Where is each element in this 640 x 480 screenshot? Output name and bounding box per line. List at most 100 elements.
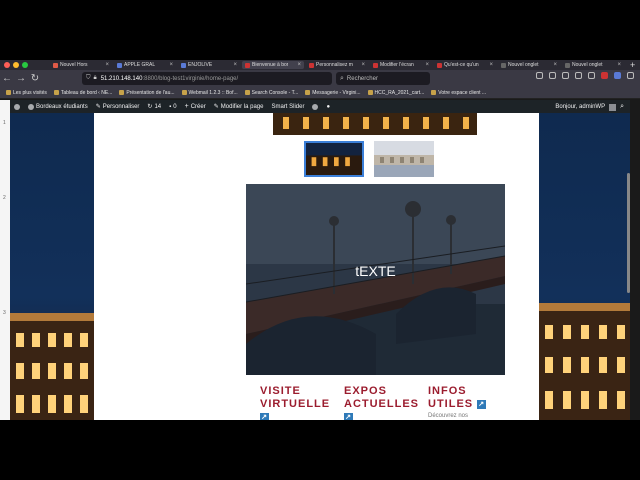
line-gutter: 1 2 3 xyxy=(0,100,10,420)
bookmark-icon xyxy=(431,90,437,95)
browser-tab[interactable]: Modifier l'écran × xyxy=(370,61,432,69)
bookmark-item[interactable]: Messagerie - Virgini... xyxy=(305,90,361,96)
bookmark-icon xyxy=(53,90,59,95)
favicon-icon xyxy=(565,62,570,68)
close-window-button[interactable] xyxy=(4,62,10,68)
browser-tab[interactable]: Nouvel onglet × xyxy=(562,61,624,69)
addon-s-icon[interactable] xyxy=(614,72,621,79)
new-tab-button[interactable]: + xyxy=(630,60,635,70)
smart-slider-link[interactable]: Smart Slider xyxy=(271,104,304,110)
hero-caption: tEXTE xyxy=(355,263,396,279)
tab-label: Bienvenue à bor xyxy=(252,62,289,68)
bookmarks-bar: Les plus visités Tableau de bord ‹ NE... P… xyxy=(0,87,640,99)
column-visite[interactable]: VISITE VIRTUELLE ↗ xyxy=(260,385,329,420)
updates-link[interactable]: ↻ 14 xyxy=(147,103,161,111)
slide-image-top xyxy=(273,113,477,135)
favicon-icon xyxy=(309,62,314,68)
customize-link[interactable]: ✎ Personnaliser xyxy=(96,103,140,111)
right-background-image xyxy=(539,113,630,420)
reload-icon[interactable]: ↻ xyxy=(28,73,42,84)
page-scrollbar[interactable] xyxy=(627,173,630,293)
edit-page-link[interactable]: ✎ Modifier la page xyxy=(214,103,264,111)
external-link-icon[interactable]: ↗ xyxy=(260,412,269,420)
bookmark-icon xyxy=(244,90,250,95)
bookmark-label: Les plus visités xyxy=(13,89,47,96)
seo-icon[interactable] xyxy=(312,103,319,110)
column-infos[interactable]: INFOS UTILES ↗ Découvrez nos xyxy=(428,385,494,420)
toolbar-icons xyxy=(536,72,634,79)
search-icon[interactable]: ⌕ xyxy=(620,103,624,111)
close-tab-icon[interactable]: × xyxy=(233,62,237,68)
bookmark-item[interactable]: Webmail 1.2.3 :: Bof... xyxy=(181,90,238,96)
tab-list: Nouvel Hors × APPLE GRAL × ENJOLIVE × Bienvenu… xyxy=(50,61,624,69)
bookmark-item[interactable]: HCC_RA_2021_cart... xyxy=(367,89,425,96)
bookmark-label: Votre espace client ... xyxy=(438,89,487,96)
search-icon: ⌕ xyxy=(340,74,344,82)
bookmark-item[interactable]: Les plus visités xyxy=(6,90,47,96)
bookmark-item[interactable]: Search Console - T... xyxy=(244,90,298,96)
wordpress-logo-icon[interactable] xyxy=(14,103,20,110)
bookmark-icon xyxy=(6,90,11,95)
extension-icon[interactable] xyxy=(588,72,595,79)
comments-link[interactable]: ▪ 0 xyxy=(169,104,176,110)
slider-thumbnail-2[interactable] xyxy=(374,141,434,177)
close-tab-icon[interactable]: × xyxy=(425,62,429,68)
bridge-image xyxy=(246,184,505,375)
favicon-icon xyxy=(181,62,186,68)
bookmark-item[interactable]: Tableau de bord ‹ NE... xyxy=(53,89,113,96)
gutter-number: 3 xyxy=(3,310,6,316)
external-link-icon[interactable]: ↗ xyxy=(344,412,353,420)
library-icon[interactable] xyxy=(562,72,569,79)
browser-tab[interactable]: Personnalisez m × xyxy=(306,61,368,69)
wp-admin-bar: Bordeaux étudiants ✎ Personnaliser ↻ 14 ▪ 0… xyxy=(10,100,630,113)
bookmark-item[interactable]: Présentation de l'au... xyxy=(119,90,175,96)
column-title: VISITE VIRTUELLE xyxy=(260,385,331,410)
url-bar[interactable]: ⛉ 🔒︎ 51.210.148.140:8800/blog-test1virgi… xyxy=(82,72,332,85)
minimize-window-button[interactable] xyxy=(13,62,19,68)
hero-slide[interactable]: tEXTE xyxy=(246,184,505,375)
browser-tab[interactable]: Qu'est-ce qu'un × xyxy=(434,61,496,69)
browser-tab[interactable]: APPLE GRAL × xyxy=(114,61,176,69)
close-tab-icon[interactable]: × xyxy=(105,62,109,68)
refresh-icon: ↻ xyxy=(147,104,153,110)
bookmark-label: Tableau de bord ‹ NE... xyxy=(60,89,113,96)
close-tab-icon[interactable]: × xyxy=(489,62,493,68)
close-tab-icon[interactable]: × xyxy=(297,62,301,68)
download-icon[interactable] xyxy=(549,72,556,79)
account-menu[interactable]: Bonjour, adminWP ⌕ xyxy=(555,103,624,111)
pocket-icon[interactable] xyxy=(536,72,543,79)
external-link-icon[interactable]: ↗ xyxy=(477,399,487,409)
info-columns: VISITE VIRTUELLE ↗ EXPOS ACTUELLES ↗ INF… xyxy=(260,385,500,420)
forward-icon[interactable]: → xyxy=(14,73,28,84)
browser-tab[interactable]: Nouvel Hors × xyxy=(50,61,112,69)
gutter-number: 1 xyxy=(3,120,6,126)
tab-label: Nouvel onglet xyxy=(508,62,539,68)
reader-icon[interactable] xyxy=(575,72,582,79)
site-name-link[interactable]: Bordeaux étudiants xyxy=(28,103,88,110)
browser-tab[interactable]: Bienvenue à bor × xyxy=(242,61,304,69)
bookmark-item[interactable]: Votre espace client ... xyxy=(431,90,486,96)
more-icon[interactable]: ● xyxy=(326,104,330,110)
search-input[interactable]: ⌕ Rechercher xyxy=(336,72,430,85)
close-tab-icon[interactable]: × xyxy=(361,62,365,68)
close-tab-icon[interactable]: × xyxy=(169,62,173,68)
addon-icon[interactable] xyxy=(601,72,608,79)
close-tab-icon[interactable]: × xyxy=(617,62,621,68)
bookmark-label: HCC_RA_2021_cart... xyxy=(374,89,425,96)
maximize-window-button[interactable] xyxy=(22,62,28,68)
browser-tab[interactable]: ENJOLIVE × xyxy=(178,61,240,69)
bookmark-icon xyxy=(305,90,311,95)
back-icon[interactable]: ← xyxy=(0,73,14,84)
browser-tab[interactable]: Nouvel onglet × xyxy=(498,61,560,69)
slider-thumbnail-1[interactable] xyxy=(304,141,364,177)
window-controls xyxy=(4,62,28,68)
close-tab-icon[interactable]: × xyxy=(553,62,557,68)
new-content-link[interactable]: + Créer xyxy=(185,103,206,110)
column-title: INFOS UTILES xyxy=(428,385,474,410)
favicon-icon xyxy=(373,62,378,68)
gutter-number: 2 xyxy=(3,195,6,201)
column-expos[interactable]: EXPOS ACTUELLES ↗ xyxy=(344,385,418,420)
menu-icon[interactable] xyxy=(627,72,634,79)
column-title: EXPOS ACTUELLES xyxy=(344,385,419,410)
navigation-bar: ← → ↻ ⛉ 🔒︎ 51.210.148.140:8800/blog-test… xyxy=(0,70,640,87)
